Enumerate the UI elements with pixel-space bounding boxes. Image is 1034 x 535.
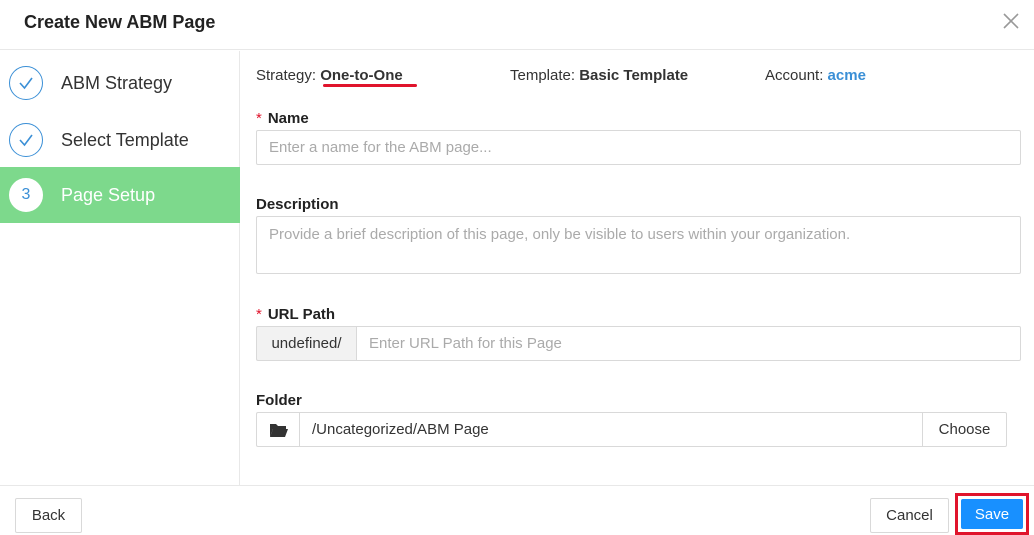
- choose-folder-button[interactable]: Choose: [922, 412, 1007, 447]
- folder-path: /Uncategorized/ABM Page: [299, 412, 923, 447]
- template-info: Template: Basic Template: [510, 67, 688, 84]
- cancel-button[interactable]: Cancel: [870, 498, 949, 533]
- save-highlight: Save: [955, 493, 1029, 535]
- step-label: Page Setup: [61, 185, 156, 205]
- step-select-template[interactable]: Select Template: [0, 112, 240, 168]
- step-label: Select Template: [61, 130, 189, 150]
- strategy-value: One-to-One: [320, 67, 403, 84]
- dialog-header: Create New ABM Page: [0, 0, 1034, 50]
- strategy-info: Strategy: One-to-One: [256, 67, 403, 84]
- dialog-footer: Back Cancel Save: [0, 485, 1034, 535]
- folder-label: Folder: [256, 392, 302, 409]
- step-label: ABM Strategy: [61, 73, 173, 93]
- url-path-label: * URL Path: [256, 306, 336, 323]
- step-number: 3: [9, 178, 43, 212]
- dialog-title: Create New ABM Page: [24, 12, 216, 32]
- url-prefix: undefined/: [256, 326, 356, 361]
- step-abm-strategy[interactable]: ABM Strategy: [0, 55, 240, 111]
- step-page-setup[interactable]: 3 Page Setup: [0, 167, 240, 223]
- template-value: Basic Template: [579, 67, 689, 84]
- save-button[interactable]: Save: [961, 499, 1023, 529]
- close-icon[interactable]: [1000, 10, 1022, 32]
- check-icon: [9, 66, 43, 100]
- account-label: Account:: [765, 67, 824, 84]
- account-value[interactable]: acme: [828, 67, 866, 84]
- name-input[interactable]: [256, 130, 1021, 165]
- description-label: Description: [256, 196, 339, 213]
- strategy-label: Strategy:: [256, 67, 317, 84]
- required-mark: *: [256, 110, 262, 127]
- template-label: Template:: [510, 67, 576, 84]
- page-setup-form: Strategy: One-to-One Template: Basic Tem…: [240, 51, 1034, 485]
- url-path-input[interactable]: [356, 326, 1021, 361]
- back-button[interactable]: Back: [15, 498, 82, 533]
- account-info: Account: acme: [765, 67, 866, 84]
- name-label: * Name: [256, 110, 309, 127]
- steps-sidebar: ABM Strategy Select Template 3 Page Setu…: [0, 51, 240, 485]
- folder-icon[interactable]: [256, 412, 300, 447]
- strategy-underline: [323, 84, 417, 87]
- check-icon: [9, 123, 43, 157]
- required-mark: *: [256, 306, 262, 323]
- description-textarea[interactable]: [256, 216, 1021, 274]
